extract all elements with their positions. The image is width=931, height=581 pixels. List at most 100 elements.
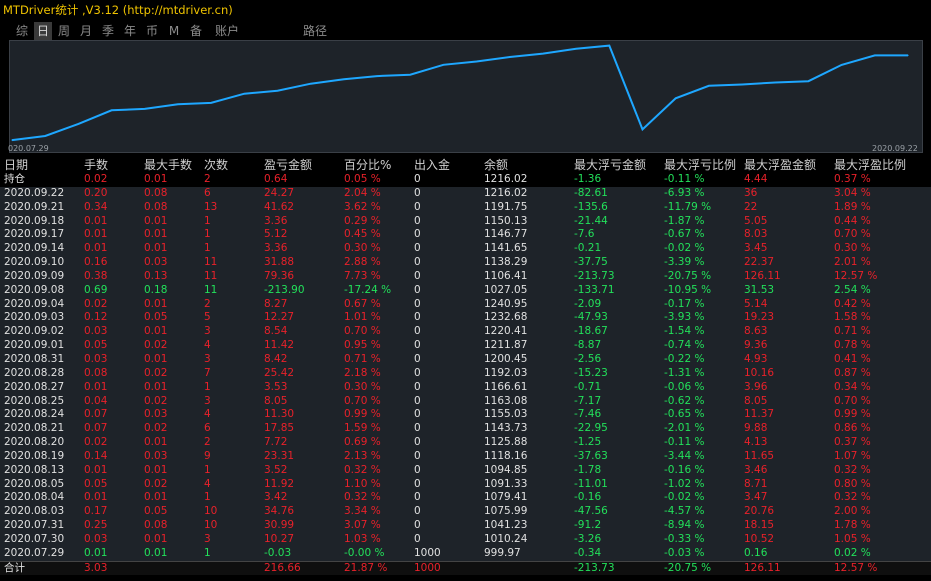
cell-col-4: 11.92 — [264, 477, 295, 490]
cell-col-0: 2020.07.29 — [4, 546, 65, 559]
cell-col-3: 5 — [204, 311, 211, 324]
cell-col-7: 1041.23 — [484, 519, 528, 532]
cell-col-3: 4 — [204, 477, 211, 490]
cell-col-11: 0.70 % — [834, 228, 871, 241]
cell-col-4: 5.12 — [264, 228, 288, 241]
cell-col-9: -0.03 % — [664, 546, 705, 559]
balance-point-12 — [409, 74, 411, 76]
cell-col-2: 0.03 — [144, 449, 168, 462]
cell-col-5: 0.71 % — [344, 352, 381, 365]
cell-col-5: 0.30 % — [344, 380, 381, 393]
cell-col-8: -47.56 — [574, 505, 608, 518]
cell-col-4: 10.27 — [264, 532, 295, 545]
menu-item-10[interactable]: 路径 — [300, 22, 330, 40]
cell-col-10: 126.11 — [744, 561, 781, 574]
cell-col-0: 2020.09.04 — [4, 297, 65, 310]
cell-col-10: 3.45 — [744, 242, 768, 255]
cell-col-5: 3.07 % — [344, 519, 381, 532]
cell-col-0: 2020.09.18 — [4, 214, 65, 227]
menu-bar: 综日周月季年币 M 备账户 路径 — [0, 22, 931, 40]
menu-item-1[interactable]: 日 — [34, 22, 52, 40]
table-row: 2020.08.20 0.02 0.01 2 7.72 0.69 % 0 1125.88 -1.… — [0, 436, 931, 450]
balance-point-25 — [841, 64, 843, 66]
menu-item-6[interactable]: 币 — [144, 22, 160, 40]
cell-col-7: 1118.16 — [484, 449, 528, 462]
cell-col-11: 1.58 % — [834, 311, 871, 324]
cell-col-10: 36 — [744, 186, 758, 199]
cell-col-2: 0.13 — [144, 269, 168, 282]
cell-col-7: 1163.08 — [484, 394, 528, 407]
balance-point-0 — [11, 139, 13, 141]
cell-col-11: 0.37 % — [834, 436, 871, 449]
cell-col-11: 最大浮盈比例 — [834, 158, 907, 172]
cell-col-4: 8.27 — [264, 297, 288, 310]
cell-col-5: 0.69 % — [344, 436, 381, 449]
table-row: 2020.09.03 0.12 0.05 5 12.27 1.01 % 0 1232.68 -4… — [0, 311, 931, 326]
cell-col-11: 1.05 % — [834, 532, 871, 545]
table-row: 2020.08.05 0.05 0.02 4 11.92 1.10 % 0 1091.33 -1… — [0, 477, 931, 492]
menu-item-3[interactable]: 月 — [78, 22, 94, 40]
menu-item-0[interactable]: 综 — [14, 22, 30, 40]
cell-col-8: -2.09 — [574, 297, 602, 310]
window-title: MTDriver统计 ,V3.12 (http://mtdriver.cn) — [3, 3, 233, 17]
table-row: 2020.07.29 0.01 0.01 1 -0.03 -0.00 % 1000 999.9… — [0, 546, 931, 561]
cell-col-4: 盈亏金额 — [264, 158, 313, 172]
cell-col-2: 0.02 — [144, 422, 168, 435]
menu-item-9[interactable]: 账户 — [212, 22, 242, 40]
menu-item-4[interactable]: 季 — [100, 22, 116, 40]
cell-col-7: 1079.41 — [484, 491, 528, 504]
table-row: 2020.09.21 0.34 0.08 13 41.62 3.62 % 0 1191.75 -… — [0, 200, 931, 215]
cell-col-1: 0.69 — [84, 283, 108, 296]
cell-col-0: 2020.08.31 — [4, 352, 65, 365]
cell-col-2: 0.01 — [144, 297, 168, 310]
cell-col-8: -7.6 — [574, 228, 595, 241]
cell-col-11: 0.02 % — [834, 546, 871, 559]
cell-col-9: -3.39 % — [664, 256, 705, 269]
cell-col-5: 0.29 % — [344, 214, 381, 227]
cell-col-4: 0.64 — [264, 173, 288, 185]
cell-col-3: 10 — [204, 505, 218, 518]
cell-col-8: -37.75 — [574, 256, 608, 269]
menu-item-2[interactable]: 周 — [56, 22, 72, 40]
cell-col-8: -0.16 — [574, 491, 602, 504]
cell-col-0: 2020.08.21 — [4, 422, 65, 435]
cell-col-7: 1138.29 — [484, 256, 528, 269]
menu-item-5[interactable]: 年 — [122, 22, 138, 40]
table-row: 2020.09.10 0.16 0.03 11 31.88 2.88 % 0 1138.29 -… — [0, 256, 931, 270]
cell-col-9: -0.62 % — [664, 394, 705, 407]
cell-col-2: 0.08 — [144, 200, 168, 213]
cell-col-1: 0.02 — [84, 436, 108, 449]
table-row: 2020.09.04 0.02 0.01 2 8.27 0.67 % 0 1240.95 -2.… — [0, 297, 931, 312]
cell-col-1: 0.08 — [84, 366, 108, 379]
cell-col-2: 0.02 — [144, 394, 168, 407]
balance-line — [11, 44, 908, 142]
cell-col-9: -0.16 % — [664, 463, 705, 476]
cell-col-11: 0.70 % — [834, 394, 871, 407]
cell-col-2: 0.03 — [144, 408, 168, 421]
cell-col-6: 1000 — [414, 546, 441, 559]
cell-col-0: 2020.09.09 — [4, 269, 65, 282]
cell-col-2: 0.01 — [144, 532, 168, 545]
position-row: 持仓 0.02 0.01 2 0.64 0.05 % 0 1216.02 -1.36 -0.11 … — [0, 173, 931, 187]
cell-col-7: 1232.68 — [484, 311, 528, 324]
cell-col-7: 999.97 — [484, 546, 521, 559]
cell-col-5: 3.62 % — [344, 200, 381, 213]
menu-item-8[interactable]: 备 — [188, 22, 204, 40]
menu-item-7[interactable]: M — [166, 22, 182, 40]
balance-point-10 — [343, 78, 345, 80]
cell-col-0: 2020.09.01 — [4, 339, 65, 352]
table-row: 2020.08.04 0.01 0.01 1 3.42 0.32 % 0 1079.41 -0.… — [0, 491, 931, 506]
table-header: 日期 手数 最大手数 次数 盈亏金额 百分比% 出入金 余额 最大浮亏金额 最大浮亏比例 最大浮盈金… — [0, 157, 931, 173]
cell-col-4: 8.42 — [264, 352, 288, 365]
cell-col-9: 最大浮亏比例 — [664, 158, 737, 172]
cell-col-7: 1094.85 — [484, 463, 528, 476]
cell-col-6: 0 — [414, 422, 421, 435]
cell-col-1: 手数 — [84, 158, 109, 172]
cell-col-3: 4 — [204, 408, 211, 421]
cell-col-2: 0.01 — [144, 436, 168, 449]
cell-col-2: 0.18 — [144, 283, 168, 296]
balance-point-14 — [475, 60, 478, 63]
table-row: 2020.09.02 0.03 0.01 3 8.54 0.70 % 0 1220.41 -18… — [0, 325, 931, 340]
cell-col-1: 0.02 — [84, 173, 108, 185]
cell-col-5: -17.24 % — [344, 283, 392, 296]
